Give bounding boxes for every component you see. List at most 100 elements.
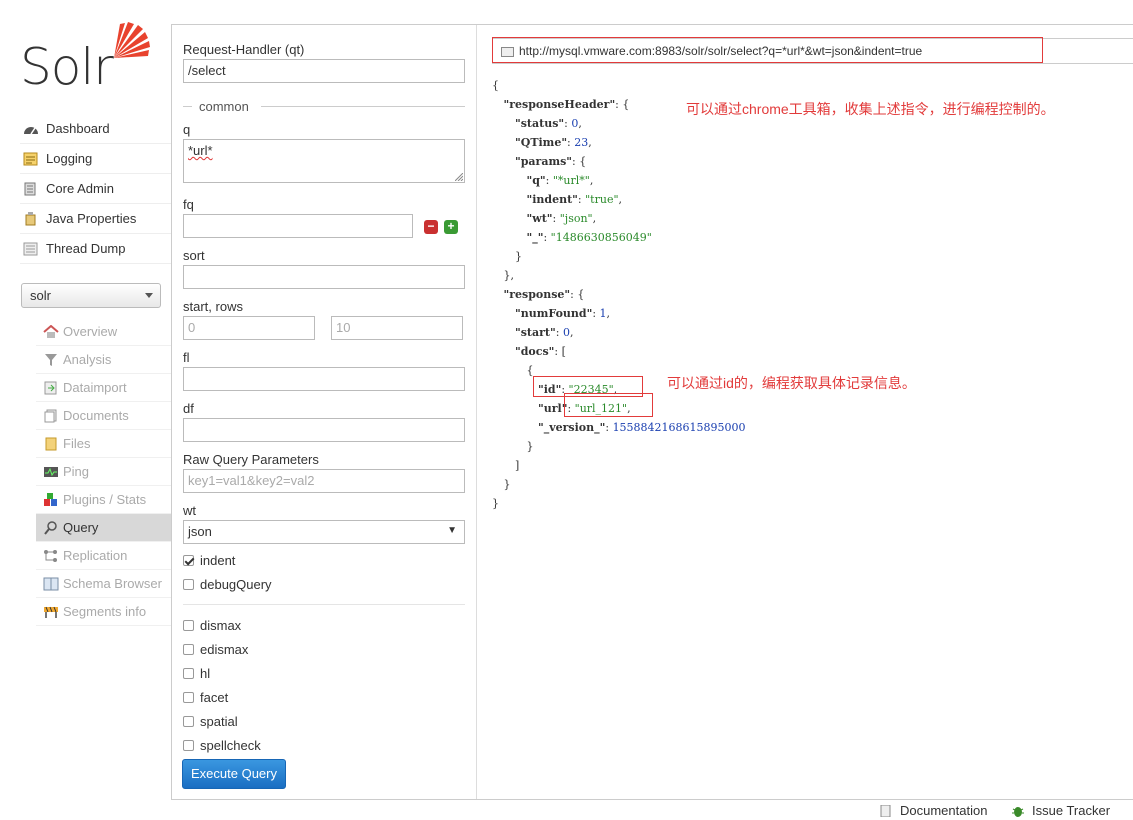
core-item-documents[interactable]: Documents	[36, 402, 171, 430]
json-line: }	[492, 437, 746, 456]
core-item-files[interactable]: Files	[36, 430, 171, 458]
core-item-plugins-stats[interactable]: Plugins / Stats	[36, 486, 171, 514]
sidebar: Solr Dashboard Logging Core Admin Java P…	[0, 0, 172, 814]
core-item-ping[interactable]: Ping	[36, 458, 171, 486]
select-arrow-icon: ▼	[447, 525, 457, 536]
dismax-label: dismax	[200, 618, 242, 633]
nav-label: Dashboard	[46, 121, 110, 136]
checkbox[interactable]	[183, 716, 194, 727]
ping-icon	[43, 465, 59, 479]
annotation-note-id: 可以通过id的，编程获取具体记录信息。	[667, 375, 916, 391]
nav-item-java-properties[interactable]: Java Properties	[20, 204, 171, 234]
nav-item-core-admin[interactable]: Core Admin	[20, 174, 171, 204]
json-line: "_": "1486630856049"	[492, 228, 746, 247]
issue-tracker-label: Issue Tracker	[1032, 803, 1111, 818]
json-key: "docs"	[515, 345, 555, 358]
checkbox[interactable]	[183, 620, 194, 631]
hl-label: hl	[200, 666, 211, 681]
json-key: "_"	[526, 231, 544, 244]
core-nav: Overview Analysis Dataimport Documents F…	[36, 318, 171, 626]
json-str: "true"	[585, 193, 619, 206]
facet-label: facet	[200, 690, 229, 705]
json-end: ,	[578, 117, 582, 130]
json-sep: : {	[572, 155, 587, 168]
documentation-label: Documentation	[900, 803, 988, 818]
checkbox[interactable]	[183, 692, 194, 703]
divider	[183, 604, 465, 605]
json-key: "wt"	[526, 212, 553, 225]
json-line: }	[492, 247, 746, 266]
json-line: "numFound": 1,	[492, 304, 746, 323]
footer-documentation-link[interactable]: Documentation	[880, 803, 987, 818]
json-line: "response": {	[492, 285, 746, 304]
json-line: "params": {	[492, 152, 746, 171]
document-icon	[880, 804, 892, 817]
request-handler-input[interactable]: /select	[183, 59, 465, 83]
sort-input[interactable]	[183, 265, 465, 289]
core-item-replication[interactable]: Replication	[36, 542, 171, 570]
core-item-schema-browser[interactable]: Schema Browser	[36, 570, 171, 598]
indent-checkbox[interactable]: indent	[183, 553, 235, 568]
json-key: "numFound"	[515, 307, 593, 320]
checkbox[interactable]	[183, 579, 194, 590]
logo-text: Solr	[20, 38, 114, 96]
checkbox[interactable]	[183, 740, 194, 751]
df-label: df	[183, 401, 194, 416]
core-item-overview[interactable]: Overview	[36, 318, 171, 346]
start-input[interactable]: 0	[183, 316, 315, 340]
core-item-query[interactable]: Query	[36, 514, 171, 542]
json-line: "start": 0,	[492, 323, 746, 342]
df-input[interactable]	[183, 418, 465, 442]
main-nav: Dashboard Logging Core Admin Java Proper…	[20, 114, 171, 264]
core-item-label: Segments info	[63, 604, 147, 619]
execute-query-button[interactable]: Execute Query	[182, 759, 286, 789]
core-item-dataimport[interactable]: Dataimport	[36, 374, 171, 402]
spellcheck-checkbox[interactable]: spellcheck	[183, 738, 261, 753]
remove-fq-button[interactable]: −	[424, 220, 438, 234]
resize-grip-icon[interactable]	[455, 173, 463, 181]
json-key: "params"	[515, 155, 573, 168]
debugquery-checkbox[interactable]: debugQuery	[183, 577, 272, 592]
checkbox[interactable]	[183, 644, 194, 655]
nav-item-dashboard[interactable]: Dashboard	[20, 114, 171, 144]
dismax-checkbox[interactable]: dismax	[183, 618, 241, 633]
nav-item-thread-dump[interactable]: Thread Dump	[20, 234, 171, 264]
edismax-checkbox[interactable]: edismax	[183, 642, 248, 657]
checkbox[interactable]	[183, 668, 194, 679]
core-item-segments-info[interactable]: Segments info	[36, 598, 171, 626]
json-num: 0	[562, 326, 570, 339]
json-text: ]	[515, 459, 520, 472]
fq-label: fq	[183, 197, 194, 212]
core-item-label: Documents	[63, 408, 129, 423]
core-item-label: Analysis	[63, 352, 112, 367]
json-text: }	[503, 478, 511, 491]
q-textarea[interactable]: *url*	[183, 139, 465, 183]
debugquery-label: debugQuery	[200, 577, 272, 592]
json-line: {	[492, 76, 746, 95]
checkbox-checked[interactable]	[183, 555, 194, 566]
json-line: "docs": [	[492, 342, 746, 361]
wt-select[interactable]: json ▼	[183, 520, 465, 544]
core-selector-value: solr	[30, 288, 51, 303]
query-form: Request-Handler (qt) /select common q *u…	[172, 25, 477, 799]
spatial-checkbox[interactable]: spatial	[183, 714, 238, 729]
java-icon	[23, 211, 39, 226]
json-text: }	[515, 250, 522, 263]
hl-checkbox[interactable]: hl	[183, 666, 210, 681]
indent-label: indent	[200, 553, 236, 568]
raw-params-input[interactable]: key1=val1&key2=val2	[183, 469, 465, 493]
nav-item-logging[interactable]: Logging	[20, 144, 171, 174]
core-selector[interactable]: solr	[21, 283, 161, 308]
filter-icon	[43, 353, 59, 367]
fl-input[interactable]	[183, 367, 465, 391]
add-fq-button[interactable]: +	[444, 220, 458, 234]
files-icon	[43, 437, 59, 451]
fq-input[interactable]	[183, 214, 413, 238]
facet-checkbox[interactable]: facet	[183, 690, 228, 705]
footer-issue-tracker-link[interactable]: Issue Tracker	[1012, 803, 1110, 818]
rows-input[interactable]: 10	[331, 316, 463, 340]
json-key: "status"	[515, 117, 565, 130]
solr-logo[interactable]: Solr	[20, 20, 155, 96]
core-item-analysis[interactable]: Analysis	[36, 346, 171, 374]
json-sep: : [	[554, 345, 566, 358]
